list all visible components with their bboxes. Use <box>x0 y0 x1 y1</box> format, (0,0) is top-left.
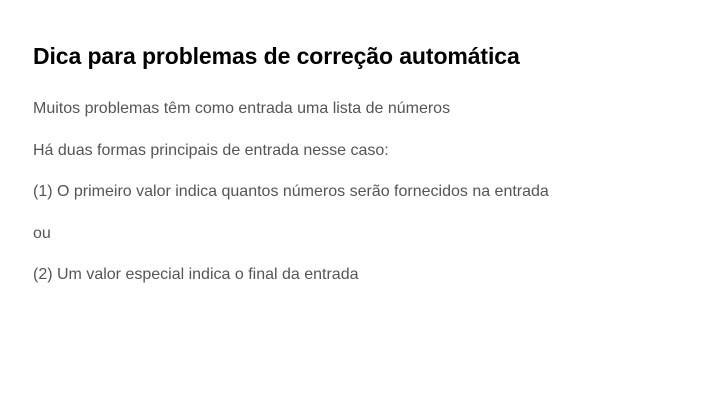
slide-title: Dica para problemas de correção automáti… <box>33 43 520 69</box>
slide: Dica para problemas de correção automáti… <box>0 0 720 405</box>
text-line-or: ou <box>33 225 51 242</box>
text-line-option-2: (2) Um valor especial indica o final da … <box>33 266 359 283</box>
text-line-two-forms: Há duas formas principais de entrada nes… <box>33 142 389 159</box>
text-line-option-1: (1) O primeiro valor indica quantos núme… <box>33 183 549 200</box>
text-line-intro: Muitos problemas têm como entrada uma li… <box>33 100 451 117</box>
